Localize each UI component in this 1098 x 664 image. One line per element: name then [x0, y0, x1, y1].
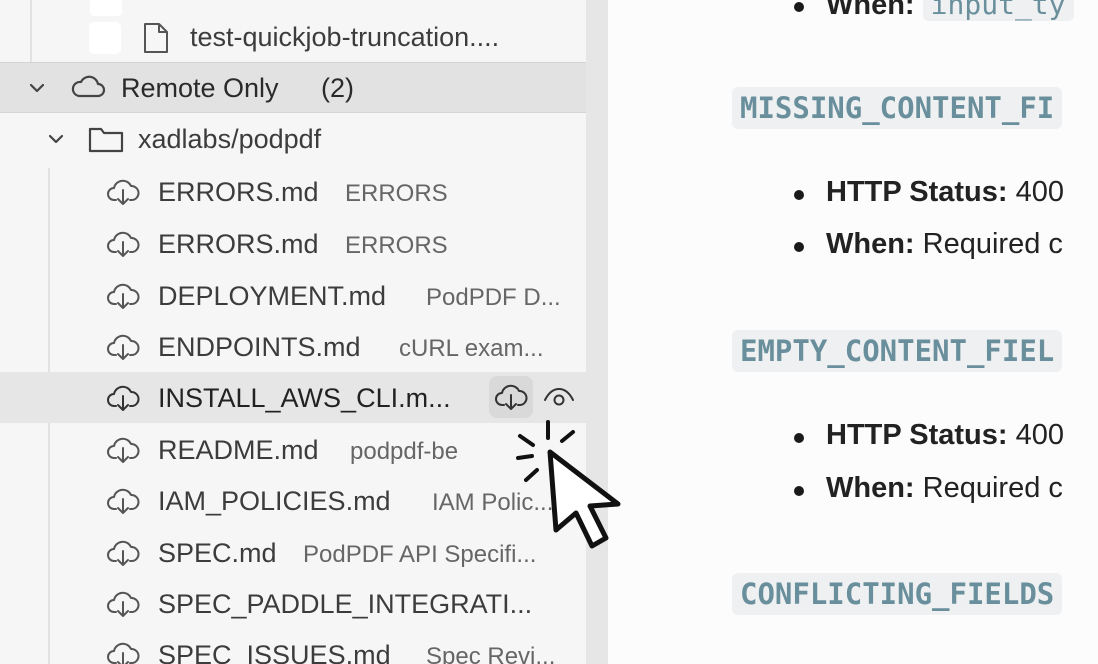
bullet: [794, 486, 804, 496]
file-row[interactable]: test-quickjob-truncation....: [0, 12, 608, 63]
sidebar-scrollbar[interactable]: [586, 0, 608, 664]
file-description: cURL exam...: [399, 335, 544, 362]
bullet-text: When: input_ty: [826, 0, 1074, 22]
file-name: SPEC.md: [158, 538, 277, 568]
file-name: IAM_POLICIES.md: [158, 486, 391, 516]
file-name: README.md: [158, 435, 319, 465]
file-name: SPEC_ISSUES.md: [158, 640, 391, 664]
chevron-down-icon[interactable]: [45, 128, 67, 150]
bullet-value: 400: [1015, 419, 1064, 451]
file-row[interactable]: DEPLOYMENT.md PodPDF D...: [0, 270, 608, 321]
file-name: test-quickjob-truncation....: [190, 22, 500, 52]
eye-icon: [544, 387, 574, 406]
cloud-download-icon: [107, 591, 140, 617]
folder-icon: [88, 127, 124, 153]
file-name: DEPLOYMENT.md: [158, 281, 387, 311]
bullet: [794, 2, 804, 12]
cloud-download-icon: [107, 488, 140, 514]
document-view: When: input_ty MISSING_CONTENT_FI HTTP S…: [608, 0, 1098, 664]
file-description: podpdf-be: [350, 438, 459, 465]
bullet-label: When:: [826, 228, 915, 260]
file-description: Spec Revi...: [426, 643, 556, 664]
file-row[interactable]: SPEC_PADDLE_INTEGRATI...: [0, 578, 608, 629]
cloud-download-icon: [107, 334, 140, 360]
cloud-download-icon: [107, 437, 140, 463]
file-icon: [144, 23, 168, 53]
group-count: (2): [321, 73, 354, 103]
file-name: ENDPOINTS.md: [158, 332, 361, 362]
repo-folder-row[interactable]: xadlabs/podpdf: [0, 113, 608, 164]
file-name: ERRORS.md: [158, 229, 319, 259]
repo-name: xadlabs/podpdf: [138, 124, 322, 154]
bullet-text: HTTP Status: 400: [826, 176, 1064, 209]
bullet-value: Required c: [922, 472, 1063, 504]
error-code-heading: EMPTY_CONTENT_FIEL: [732, 330, 1063, 372]
bullet: [794, 433, 804, 443]
file-name: SPEC_PADDLE_INTEGRATI...: [158, 589, 533, 619]
file-description: ERRORS: [345, 180, 448, 207]
cloud-icon: [71, 75, 106, 98]
cloud-download-icon: [495, 384, 528, 410]
cloud-download-icon: [107, 179, 140, 205]
bullet-label: HTTP Status:: [826, 176, 1008, 208]
bullet: [794, 190, 804, 200]
error-code-heading: CONFLICTING_FIELDS: [732, 573, 1063, 615]
bullet-text: When: Required c: [826, 228, 1063, 261]
bullet-text: HTTP Status: 400: [826, 419, 1064, 452]
cloud-download-icon: [107, 283, 140, 309]
cloud-download-icon: [107, 385, 140, 411]
bullet-label: When:: [826, 0, 915, 21]
inline-code: input_ty: [922, 0, 1074, 21]
bullet-value: Required c: [922, 228, 1063, 260]
cloud-download-icon: [107, 540, 140, 566]
file-sidebar: test-quickjob-truncation.... Remote Only…: [0, 0, 608, 664]
file-name: ERRORS.md: [158, 177, 319, 207]
file-description: ERRORS: [345, 232, 448, 259]
error-code-heading: MISSING_CONTENT_FI: [732, 87, 1063, 129]
file-row[interactable]: SPEC_ISSUES.md Spec Revi...: [0, 629, 608, 664]
file-description: PodPDF D...: [426, 284, 561, 311]
remote-only-group[interactable]: Remote Only (2): [0, 62, 608, 113]
cloud-download-icon: [107, 231, 140, 257]
bullet-text: When: Required c: [826, 472, 1063, 505]
bullet-value: 400: [1015, 176, 1064, 208]
mouse-pointer-icon: [516, 420, 621, 549]
checkbox[interactable]: [89, 22, 121, 54]
bullet-label: HTTP Status:: [826, 419, 1008, 451]
bullet-label: When:: [826, 472, 915, 504]
chevron-down-icon[interactable]: [26, 77, 48, 99]
group-label: Remote Only: [121, 73, 279, 103]
file-name: INSTALL_AWS_CLI.m...: [158, 383, 451, 413]
file-row[interactable]: ERRORS.md ERRORS: [0, 218, 608, 269]
file-row[interactable]: ENDPOINTS.md cURL exam...: [0, 321, 608, 372]
cloud-download-icon: [107, 642, 140, 664]
bullet: [794, 242, 804, 252]
file-row[interactable]: ERRORS.md ERRORS: [0, 166, 608, 217]
